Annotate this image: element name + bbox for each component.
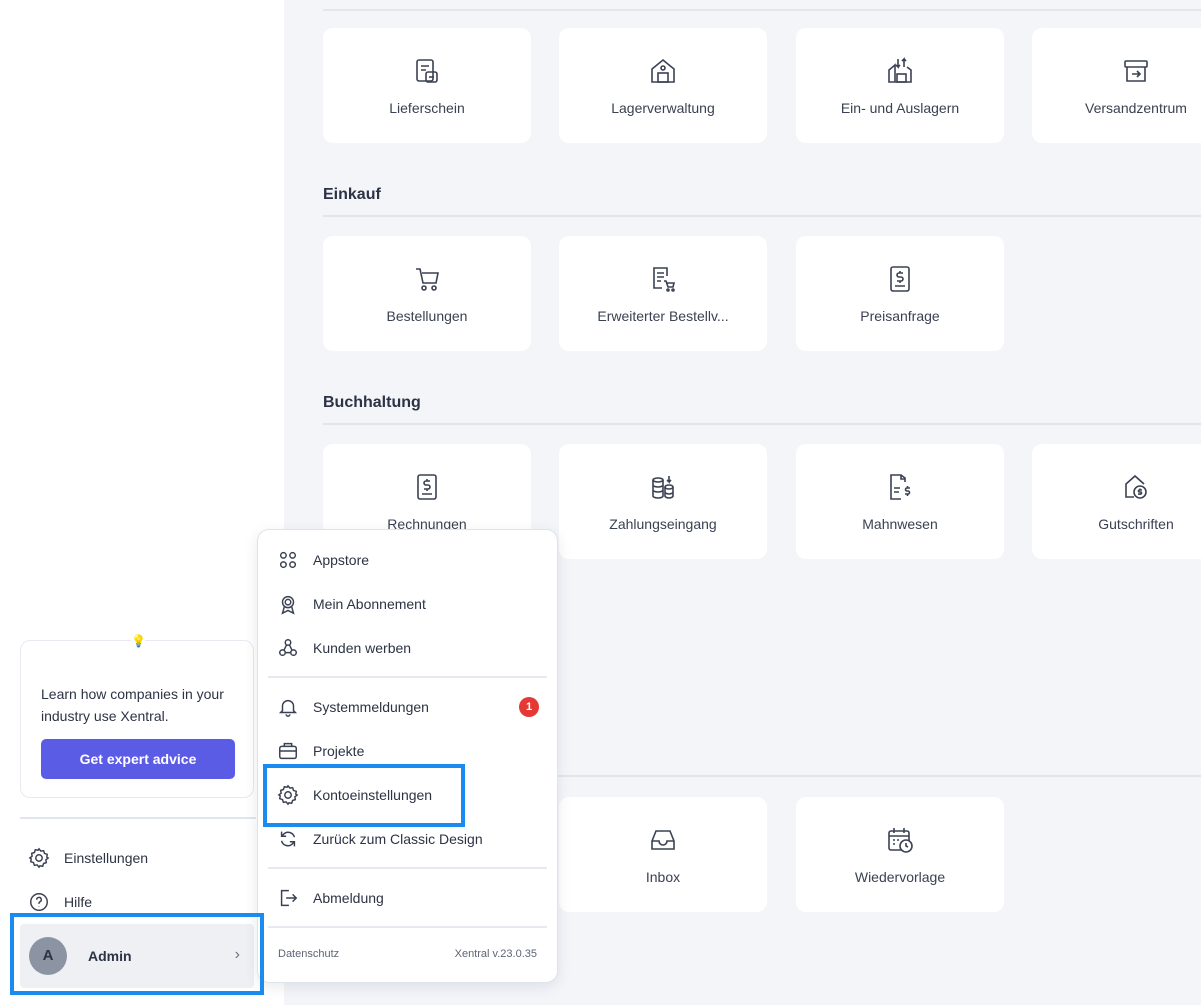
divider-buchhaltung xyxy=(323,423,1201,425)
user-dropdown-menu: Appstore Mein Abonnement Kunden werben S… xyxy=(257,529,558,983)
folder-box-icon xyxy=(279,742,297,760)
divider-bottom xyxy=(557,775,1201,777)
tile-label: Zahlungseingang xyxy=(609,516,717,532)
tile-label: Lieferschein xyxy=(389,100,465,116)
divider-einkauf xyxy=(323,215,1201,217)
notification-badge: 1 xyxy=(519,697,539,717)
menu-item-label: Mein Abonnement xyxy=(313,596,426,612)
promo-card: 💡 Learn how companies in your industry u… xyxy=(20,633,254,798)
logout-icon xyxy=(280,889,298,907)
delivery-note-icon xyxy=(412,56,442,86)
tile-label: Preisanfrage xyxy=(860,308,940,324)
sidebar-divider xyxy=(20,817,256,819)
menu-item-label: Zurück zum Classic Design xyxy=(313,831,483,847)
highlight-admin xyxy=(10,913,264,995)
menu-item-abmeldung[interactable]: Abmeldung xyxy=(277,886,539,910)
sidebar-item-help[interactable]: Hilfe xyxy=(28,890,92,914)
tile-lieferschein[interactable]: Lieferschein xyxy=(323,28,531,143)
tile-label: Ein- und Auslagern xyxy=(840,100,960,116)
menu-item-systemmeldungen[interactable]: Systemmeldungen 1 xyxy=(277,695,539,719)
sidebar-item-label: Hilfe xyxy=(64,894,93,910)
tile-preisanfrage[interactable]: Preisanfrage xyxy=(796,236,1004,351)
tile-wiedervorlage[interactable]: Wiedervorlage xyxy=(796,797,1004,912)
warehouse-icon xyxy=(648,56,678,86)
divider-top xyxy=(323,9,1201,11)
section-title-buchhaltung: Buchhaltung xyxy=(323,394,421,411)
menu-divider xyxy=(268,926,547,928)
tile-inbox[interactable]: Inbox xyxy=(559,797,767,912)
lightbulb-icon: 💡 xyxy=(131,633,146,649)
menu-item-appstore[interactable]: Appstore xyxy=(277,548,539,572)
tile-lagerverwaltung[interactable]: Lagerverwaltung xyxy=(559,28,767,143)
tile-versandzentrum[interactable]: Versandzentrum xyxy=(1032,28,1201,143)
award-icon xyxy=(281,595,295,615)
menu-item-label: Systemmeldungen xyxy=(313,699,429,715)
invoice-icon xyxy=(412,472,442,502)
menu-item-label: Appstore xyxy=(313,552,370,568)
menu-item-kunden-werben[interactable]: Kunden werben xyxy=(277,636,539,660)
menu-item-label: Kunden werben xyxy=(313,640,412,656)
tile-ein-und-auslagern[interactable]: Ein- und Auslagern xyxy=(796,28,1004,143)
version-label: Xentral v.23.0.35 xyxy=(454,948,537,960)
tile-label: Lagerverwaltung xyxy=(611,100,715,116)
menu-divider xyxy=(268,676,547,678)
section-title-einkauf: Einkauf xyxy=(323,186,381,203)
menu-item-label: Abmeldung xyxy=(313,890,384,906)
sidebar-item-label: Einstellungen xyxy=(64,850,149,866)
menu-item-projekte[interactable]: Projekte xyxy=(277,739,539,763)
price-request-icon xyxy=(885,264,915,294)
apps-grid-icon xyxy=(279,551,297,569)
tile-label: Mahnwesen xyxy=(862,516,938,532)
calendar-clock-icon xyxy=(885,825,915,855)
shipping-box-icon xyxy=(1121,56,1151,86)
dunning-doc-icon xyxy=(885,472,915,502)
inbox-icon xyxy=(648,825,678,855)
referral-icon xyxy=(279,639,297,657)
highlight-kontoeinstellungen xyxy=(263,764,465,827)
tile-mahnwesen[interactable]: Mahnwesen xyxy=(796,444,1004,559)
get-expert-advice-button[interactable]: Get expert advice xyxy=(41,739,235,779)
gear-icon xyxy=(28,847,50,869)
tile-label: Versandzentrum xyxy=(1085,100,1187,116)
promo-text: Learn how companies in your industry use… xyxy=(41,686,224,724)
tile-gutschriften[interactable]: Gutschriften xyxy=(1032,444,1201,559)
menu-divider xyxy=(268,867,547,869)
menu-item-label: Projekte xyxy=(313,743,365,759)
sidebar-item-settings[interactable]: Einstellungen xyxy=(28,846,148,870)
cart-icon xyxy=(412,264,442,294)
refresh-icon xyxy=(280,831,296,847)
credit-house-icon xyxy=(1121,472,1151,502)
help-circle-icon xyxy=(30,893,48,911)
tile-label: Inbox xyxy=(645,869,681,885)
bell-icon xyxy=(278,699,298,717)
tile-label: Bestellungen xyxy=(386,308,468,324)
order-doc-cart-icon xyxy=(648,264,678,294)
tile-zahlungseingang[interactable]: Zahlungseingang xyxy=(559,444,767,559)
menu-item-mein-abonnement[interactable]: Mein Abonnement xyxy=(277,592,539,616)
tile-label: Wiedervorlage xyxy=(854,869,946,885)
stock-in-out-icon xyxy=(885,56,915,86)
privacy-link[interactable]: Datenschutz xyxy=(278,948,339,960)
tile-label: Erweiterter Bestellv... xyxy=(597,308,729,324)
tile-label: Gutschriften xyxy=(1098,516,1174,532)
tile-bestellungen[interactable]: Bestellungen xyxy=(323,236,531,351)
coins-icon xyxy=(648,472,678,502)
menu-item-classic-design[interactable]: Zurück zum Classic Design xyxy=(277,827,539,851)
tile-erweiterter-bestellvorgang[interactable]: Erweiterter Bestellv... xyxy=(559,236,767,351)
